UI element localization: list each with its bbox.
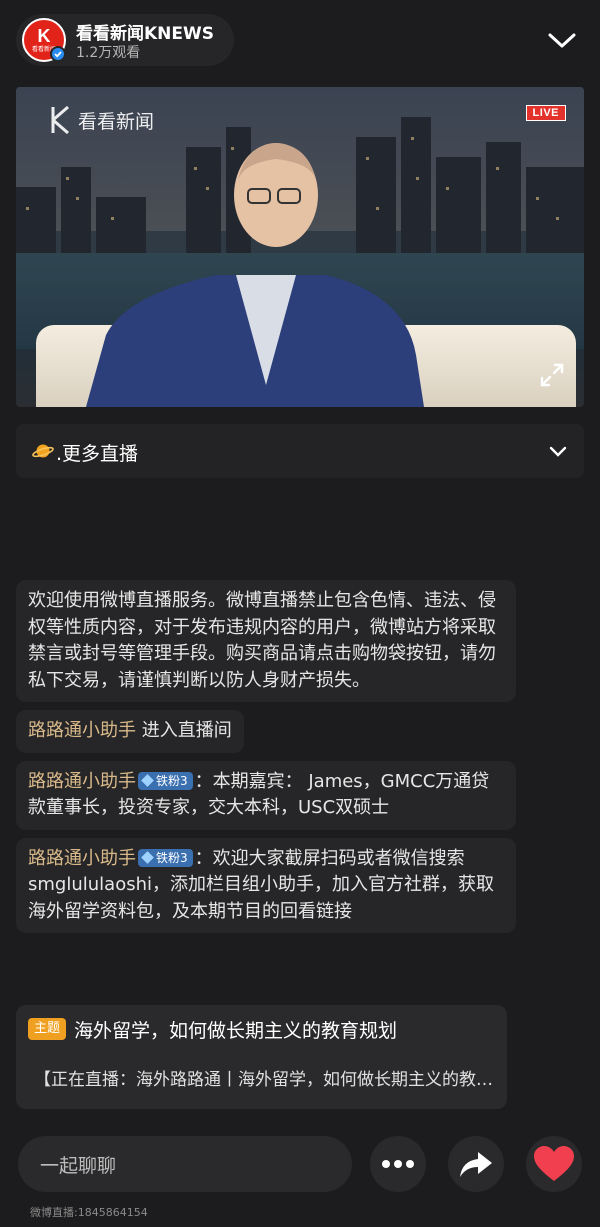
chat-feed[interactable]: 欢迎使用微博直播服务。微博直播禁止包含色情、违法、侵权等性质内容，对于发布违规内… [16, 580, 536, 941]
fan-badge-label: 铁粉3 [156, 850, 188, 865]
chat-text: 进入直播间 [136, 720, 232, 741]
chat-username[interactable]: 路路通小助手 [28, 848, 136, 869]
planet-icon [32, 441, 54, 461]
watermark-text: 看看新闻 [78, 110, 155, 133]
live-video-player[interactable]: 看看新闻 LIVE [16, 87, 584, 407]
guest-figure [86, 143, 424, 407]
view-count: 1.2万观看 [76, 45, 141, 61]
fan-badge: 铁粉3 [138, 771, 193, 790]
live-badge: LIVE [525, 105, 566, 121]
system-notice: 欢迎使用微博直播服务。微博直播禁止包含色情、违法、侵权等性质内容，对于发布违规内… [16, 580, 516, 702]
share-icon [460, 1152, 492, 1177]
chat-username[interactable]: 路路通小助手 [28, 771, 136, 792]
diamond-icon [141, 850, 154, 864]
live-header: K 看看新闻 看看新闻KNEWS 1.2万观看 [16, 14, 584, 66]
chat-message: 路路通小助手 铁粉3 ：本期嘉宾： James，GMCC万通贷款董事长，投资专家，交… [16, 760, 516, 830]
share-button[interactable] [448, 1136, 504, 1192]
knews-logo-icon [50, 105, 72, 135]
more-button[interactable] [370, 1136, 426, 1192]
topic-description: 【正在直播：海外路路通丨海外留学，如何做长期主义的教育规划 [34, 1070, 496, 1090]
chat-message: 路路通小助手 进入直播间 [16, 710, 244, 753]
topic-tag: 主题 [28, 1018, 67, 1040]
chat-input-placeholder: 一起聊聊 [40, 1155, 117, 1177]
more-dots-icon [382, 1160, 414, 1168]
verified-icon [50, 46, 66, 62]
topic-title: 海外留学，如何做长期主义的教育规划 [74, 1020, 398, 1042]
chevron-down-icon[interactable] [548, 442, 568, 460]
host-info[interactable]: K 看看新闻 看看新闻KNEWS 1.2万观看 [16, 14, 234, 66]
chat-message: 路路通小助手 铁粉3 ：欢迎大家截屏扫码或者微信搜索smglululaoshi，添加… [16, 837, 516, 933]
fullscreen-icon[interactable] [538, 361, 566, 389]
channel-watermark: 看看新闻 [50, 105, 154, 135]
heart-icon [534, 1146, 574, 1181]
chat-username[interactable]: 路路通小助手 [28, 720, 136, 741]
diamond-icon [141, 773, 154, 787]
more-live-label: .更多直播 [56, 443, 139, 465]
fan-badge: 铁粉3 [138, 848, 193, 867]
more-live-dropdown[interactable]: .更多直播 [16, 424, 584, 478]
chat-input[interactable]: 一起聊聊 [18, 1136, 352, 1192]
host-name[interactable]: 看看新闻KNEWS [76, 19, 214, 44]
chevron-down-icon[interactable] [546, 26, 578, 54]
avatar-logo-text: K [37, 26, 51, 46]
fan-badge-label: 铁粉3 [156, 773, 188, 788]
topic-card[interactable]: 主题 海外留学，如何做长期主义的教育规划 【正在直播：海外路路通丨海外留学，如何… [16, 1005, 507, 1109]
stream-id: 微博直播:1845864154 [30, 1206, 148, 1219]
like-button[interactable] [526, 1136, 582, 1192]
